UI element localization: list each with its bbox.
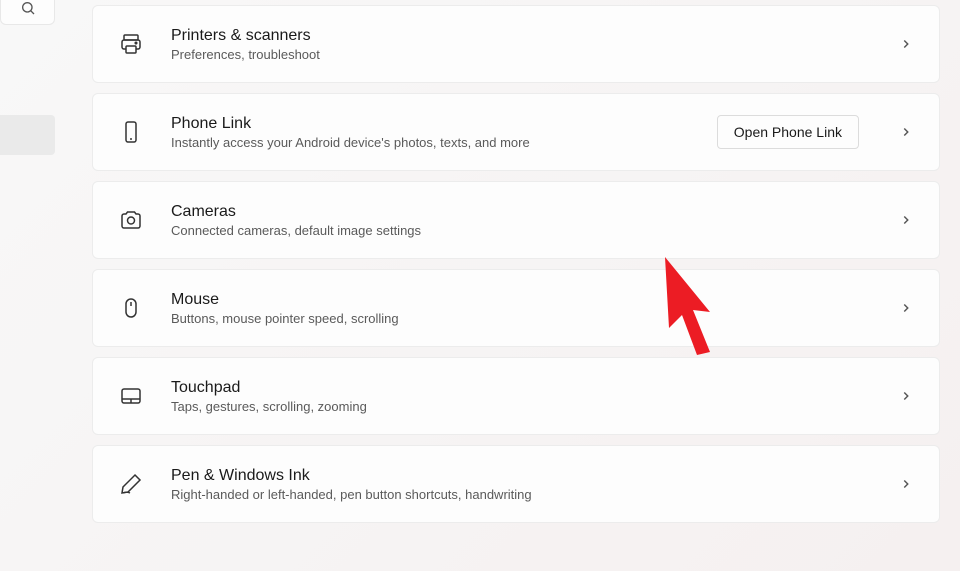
mouse-icon — [119, 296, 143, 320]
card-desc: Taps, gestures, scrolling, zooming — [171, 399, 871, 414]
settings-item-cameras[interactable]: Cameras Connected cameras, default image… — [92, 181, 940, 259]
card-desc: Buttons, mouse pointer speed, scrolling — [171, 311, 871, 326]
chevron-right-icon — [899, 125, 913, 139]
chevron-right-icon — [899, 477, 913, 491]
card-title: Phone Link — [171, 115, 689, 133]
card-desc: Right-handed or left-handed, pen button … — [171, 487, 871, 502]
chevron-right-icon — [899, 301, 913, 315]
card-content: Cameras Connected cameras, default image… — [171, 203, 871, 238]
settings-item-pen[interactable]: Pen & Windows Ink Right-handed or left-h… — [92, 445, 940, 523]
camera-icon — [119, 208, 143, 232]
settings-item-touchpad[interactable]: Touchpad Taps, gestures, scrolling, zoom… — [92, 357, 940, 435]
card-content: Printers & scanners Preferences, trouble… — [171, 27, 871, 62]
card-content: Phone Link Instantly access your Android… — [171, 115, 689, 150]
card-title: Pen & Windows Ink — [171, 467, 871, 485]
card-desc: Connected cameras, default image setting… — [171, 223, 871, 238]
card-desc: Instantly access your Android device's p… — [171, 135, 689, 150]
card-content: Pen & Windows Ink Right-handed or left-h… — [171, 467, 871, 502]
settings-list: Printers & scanners Preferences, trouble… — [92, 5, 940, 523]
card-title: Touchpad — [171, 379, 871, 397]
card-title: Mouse — [171, 291, 871, 309]
card-content: Touchpad Taps, gestures, scrolling, zoom… — [171, 379, 871, 414]
settings-item-mouse[interactable]: Mouse Buttons, mouse pointer speed, scro… — [92, 269, 940, 347]
open-phone-link-button[interactable]: Open Phone Link — [717, 115, 859, 149]
phone-icon — [119, 120, 143, 144]
search-icon — [20, 0, 36, 16]
card-title: Printers & scanners — [171, 27, 871, 45]
touchpad-icon — [119, 384, 143, 408]
settings-item-phonelink[interactable]: Phone Link Instantly access your Android… — [92, 93, 940, 171]
search-button[interactable] — [0, 0, 55, 25]
chevron-right-icon — [899, 389, 913, 403]
sidebar — [0, 0, 60, 571]
printer-icon — [119, 32, 143, 56]
card-title: Cameras — [171, 203, 871, 221]
chevron-right-icon — [899, 37, 913, 51]
card-desc: Preferences, troubleshoot — [171, 47, 871, 62]
sidebar-item-selected[interactable] — [0, 115, 55, 155]
card-content: Mouse Buttons, mouse pointer speed, scro… — [171, 291, 871, 326]
chevron-right-icon — [899, 213, 913, 227]
pen-icon — [119, 472, 143, 496]
settings-item-printers[interactable]: Printers & scanners Preferences, trouble… — [92, 5, 940, 83]
